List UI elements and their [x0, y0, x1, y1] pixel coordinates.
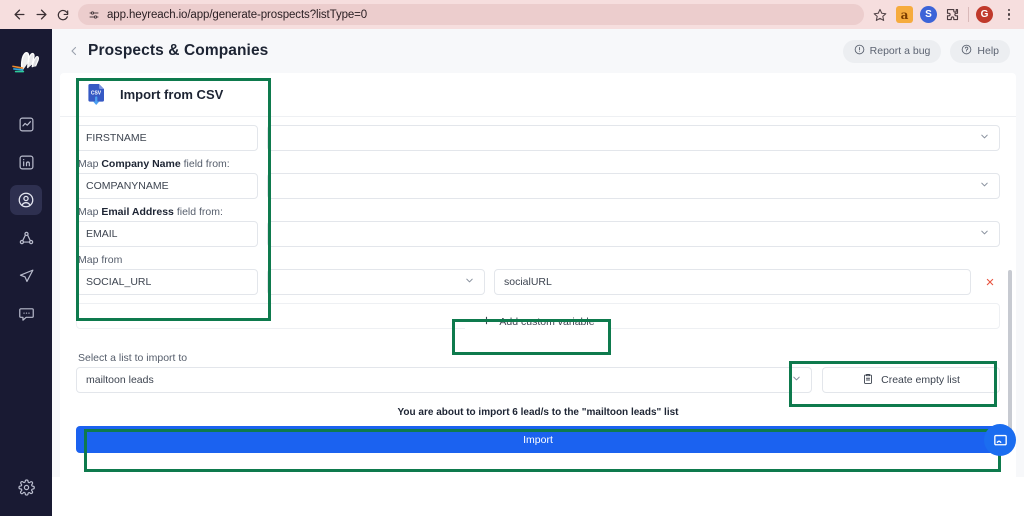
extension-icons: a S G — [896, 6, 1016, 23]
company-target-select[interactable] — [267, 173, 1000, 199]
chevron-down-icon — [979, 131, 990, 145]
company-field-label: Map Company Name field from: — [78, 158, 1000, 170]
site-settings-icon[interactable] — [87, 8, 100, 21]
sidebar-item-prospects[interactable] — [10, 185, 42, 215]
import-button[interactable]: Import — [76, 426, 1000, 453]
firstname-source-select[interactable]: FIRSTNAME — [76, 125, 258, 151]
company-label-prefix: Map — [78, 158, 102, 170]
card-header: CSV Import from CSV — [60, 73, 1016, 117]
company-source-select[interactable]: COMPANYNAME — [76, 173, 258, 199]
back-arrow-icon[interactable] — [8, 4, 30, 26]
email-target-select[interactable] — [267, 221, 1000, 247]
svg-text:CSV: CSV — [91, 90, 102, 96]
clipboard-list-icon — [862, 373, 874, 388]
csv-file-icon: CSV — [86, 83, 108, 107]
company-source-value: COMPANYNAME — [86, 180, 169, 192]
mapping-row-firstname: FIRSTNAME — [76, 125, 1000, 151]
profile-avatar-icon[interactable]: G — [976, 6, 993, 23]
page-header: Prospects & Companies Report a bug Help — [52, 29, 1024, 73]
question-circle-icon — [961, 44, 972, 58]
star-icon[interactable] — [870, 5, 890, 25]
company-label-suffix: field from: — [180, 158, 230, 170]
heyreach-logo[interactable] — [9, 45, 43, 79]
sidebar-item-inbox[interactable] — [10, 299, 42, 329]
import-summary-note: You are about to import 6 lead/s to the … — [397, 407, 679, 418]
sidebar-item-settings[interactable] — [10, 472, 42, 502]
address-bar[interactable]: app.heyreach.io/app/generate-prospects?l… — [78, 4, 864, 25]
left-sidebar — [0, 29, 52, 516]
sidebar-item-campaigns[interactable] — [10, 261, 42, 291]
list-selection-section: Select a list to import to mailtoon lead… — [60, 345, 1016, 393]
email-source-select[interactable]: EMAIL — [76, 221, 258, 247]
plus-icon — [481, 315, 492, 329]
browser-toolbar: app.heyreach.io/app/generate-prospects?l… — [0, 0, 1024, 29]
vertical-scrollbar[interactable] — [1008, 270, 1012, 450]
import-button-wrap: Import — [60, 426, 1016, 453]
mapping-row-custom: Map from SOCIAL_URL socialURL × — [76, 254, 1000, 295]
help-button[interactable]: Help — [950, 39, 1010, 63]
report-a-bug-label: Report a bug — [869, 45, 931, 57]
remove-x-icon[interactable]: × — [980, 274, 1000, 291]
firstname-target-select[interactable] — [267, 125, 1000, 151]
custom-variable-name-value: socialURL — [504, 276, 552, 288]
sidebar-item-linkedin[interactable] — [10, 147, 42, 177]
custom-source-value: SOCIAL_URL — [86, 276, 152, 288]
email-source-value: EMAIL — [86, 228, 118, 240]
chevron-down-icon — [979, 227, 990, 241]
add-custom-variable-label: Add custom variable — [499, 316, 595, 328]
page-container: Prospects & Companies Report a bug Help — [52, 29, 1024, 516]
custom-type-select[interactable] — [267, 269, 485, 295]
add-custom-variable-button[interactable]: Add custom variable — [465, 309, 611, 335]
chevron-down-icon — [464, 275, 475, 289]
chat-widget-icon[interactable] — [984, 424, 1016, 456]
create-empty-list-label: Create empty list — [881, 374, 960, 386]
add-custom-variable-wrap: Add custom variable — [76, 309, 1000, 335]
list-select-value: mailtoon leads — [86, 374, 154, 386]
header-actions: Report a bug Help — [842, 39, 1010, 63]
import-csv-card: CSV Import from CSV FIRSTNAME Map Compan… — [60, 73, 1016, 506]
custom-source-select[interactable]: SOCIAL_URL — [76, 269, 258, 295]
list-select[interactable]: mailtoon leads — [76, 367, 812, 393]
extensions-puzzle-icon[interactable] — [944, 6, 961, 23]
help-label: Help — [977, 45, 999, 57]
mapping-row-email: Map Email Address field from: EMAIL — [76, 206, 1000, 247]
firstname-source-value: FIRSTNAME — [86, 132, 147, 144]
toolbar-divider — [968, 7, 969, 22]
page-title: Prospects & Companies — [88, 42, 269, 59]
email-label-bold: Email Address — [101, 206, 174, 218]
chevron-down-icon — [791, 373, 802, 387]
list-select-wrap: Select a list to import to mailtoon lead… — [76, 345, 812, 393]
email-label-prefix: Map — [78, 206, 102, 218]
create-empty-list-button[interactable]: Create empty list — [822, 367, 1000, 393]
report-a-bug-button[interactable]: Report a bug — [842, 39, 942, 63]
alert-circle-icon — [854, 44, 865, 58]
email-label-suffix: field from: — [173, 206, 223, 218]
custom-field-label: Map from — [78, 254, 123, 266]
chevron-left-icon[interactable] — [66, 45, 82, 57]
select-list-label: Select a list to import to — [78, 352, 188, 364]
sidebar-item-network[interactable] — [10, 223, 42, 253]
chevron-down-icon — [979, 179, 990, 193]
page-bottom-filler — [52, 477, 1024, 516]
company-label-bold: Company Name — [101, 158, 181, 170]
import-button-label: Import — [523, 433, 553, 446]
forward-arrow-icon[interactable] — [30, 4, 52, 26]
email-field-label: Map Email Address field from: — [78, 206, 1000, 218]
kebab-menu-icon[interactable] — [1002, 8, 1016, 21]
sidebar-nav — [10, 109, 42, 329]
url-text: app.heyreach.io/app/generate-prospects?l… — [107, 8, 368, 21]
sidebar-item-analytics[interactable] — [10, 109, 42, 139]
card-title: Import from CSV — [120, 87, 224, 102]
blue-extension-icon[interactable]: S — [920, 6, 937, 23]
custom-variable-name-input[interactable]: socialURL — [494, 269, 971, 295]
grammarly-extension-icon[interactable]: a — [896, 6, 913, 23]
mapping-form: FIRSTNAME Map Company Name field from: C… — [60, 117, 1016, 335]
reload-icon[interactable] — [52, 4, 74, 26]
mapping-row-company: Map Company Name field from: COMPANYNAME — [76, 158, 1000, 199]
